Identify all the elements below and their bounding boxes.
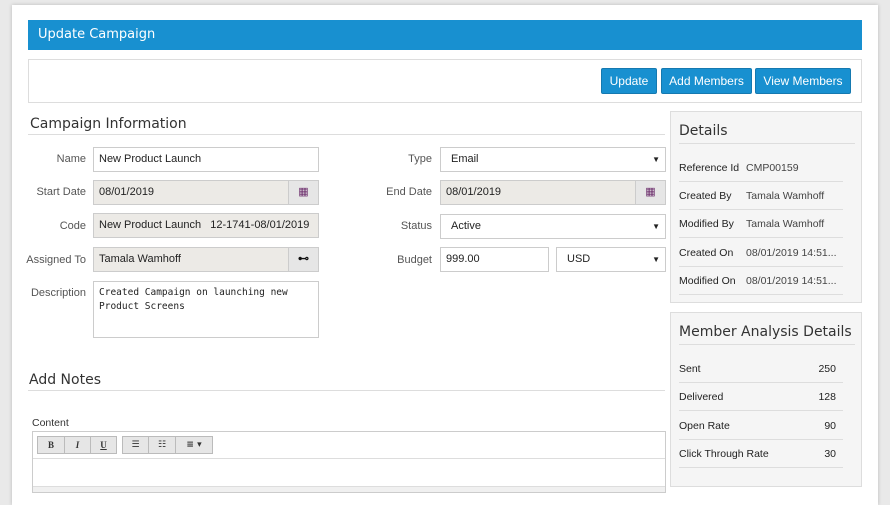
analysis-row: Sent 250	[679, 355, 843, 383]
detail-row: Modified On 08/01/2019 14:51...	[679, 267, 843, 295]
detail-label: Created By	[679, 190, 732, 202]
detail-label: Reference Id	[679, 162, 740, 174]
analysis-value: 90	[824, 420, 836, 432]
add-notes-heading: Add Notes	[29, 372, 101, 388]
assigned-to-label: Assigned To	[26, 254, 86, 266]
type-select[interactable]: Email ▼	[440, 147, 666, 172]
description-label: Description	[30, 287, 86, 299]
detail-label: Modified On	[679, 275, 736, 287]
analysis-label: Click Through Rate	[679, 448, 769, 460]
type-label: Type	[408, 153, 432, 165]
content-label: Content	[32, 417, 69, 429]
assigned-to-input[interactable]: Tamala Wamhoff ⊷	[93, 247, 319, 272]
add-members-button[interactable]: Add Members	[661, 68, 752, 94]
detail-value: 08/01/2019 14:51...	[746, 247, 837, 259]
detail-row: Created On 08/01/2019 14:51...	[679, 239, 843, 267]
code-input: New Product Launch 12-1741-08/01/2019	[93, 213, 319, 238]
status-value: Active	[451, 220, 481, 232]
analysis-label: Sent	[679, 363, 701, 375]
calendar-icon[interactable]: ▦	[635, 181, 665, 204]
status-label: Status	[400, 220, 432, 232]
view-members-button[interactable]: View Members	[755, 68, 851, 94]
update-button[interactable]: Update	[601, 68, 657, 94]
analysis-value: 30	[824, 448, 836, 460]
analysis-value: 250	[818, 363, 836, 375]
end-date-label: End Date	[386, 186, 432, 198]
code-label: Code	[59, 220, 86, 232]
align-dropdown-icon[interactable]: ≡ ▾	[175, 436, 213, 454]
name-label: Name	[56, 153, 86, 165]
binoculars-icon[interactable]: ⊷	[288, 248, 318, 271]
analysis-label: Delivered	[679, 391, 724, 403]
analysis-row: Open Rate 90	[679, 412, 843, 440]
detail-row: Created By Tamala Wamhoff	[679, 182, 843, 210]
detail-row: Modified By Tamala Wamhoff	[679, 210, 843, 238]
analysis-row: Delivered 128	[679, 383, 843, 411]
detail-value: CMP00159	[746, 162, 799, 174]
analysis-value: 128	[818, 391, 836, 403]
underline-button[interactable]: U	[90, 436, 117, 454]
divider	[679, 143, 855, 144]
page-title: Update Campaign	[28, 20, 862, 50]
detail-row: Reference Id CMP00159	[679, 154, 843, 182]
italic-button[interactable]: I	[64, 436, 91, 454]
details-panel: Details Reference Id CMP00159 Created By T…	[670, 111, 862, 303]
details-title: Details	[679, 123, 728, 139]
member-analysis-title: Member Analysis Details	[679, 324, 852, 340]
resize-handle[interactable]	[33, 486, 665, 492]
budget-input[interactable]: 999.00	[440, 247, 549, 272]
bullet-list-icon[interactable]: ☰	[122, 436, 149, 454]
caret-down-icon: ▼	[652, 155, 660, 164]
calendar-icon[interactable]: ▦	[288, 181, 318, 204]
analysis-label: Open Rate	[679, 420, 730, 432]
divider	[33, 458, 665, 459]
description-textarea[interactable]: Created Campaign on launching new Produc…	[93, 281, 319, 338]
caret-down-icon: ▼	[652, 255, 660, 264]
detail-value: Tamala Wamhoff	[746, 218, 825, 230]
start-date-label: Start Date	[36, 186, 86, 198]
detail-label: Modified By	[679, 218, 734, 230]
member-analysis-panel: Member Analysis Details Sent 250 Delivere…	[670, 312, 862, 487]
divider	[28, 390, 665, 391]
currency-select[interactable]: USD ▼	[556, 247, 666, 272]
status-select[interactable]: Active ▼	[440, 214, 666, 239]
end-date-input[interactable]: 08/01/2019 ▦	[440, 180, 666, 205]
detail-value: 08/01/2019 14:51...	[746, 275, 837, 287]
campaign-info-heading: Campaign Information	[30, 116, 187, 132]
budget-label: Budget	[397, 254, 432, 266]
end-date-value: 08/01/2019	[446, 186, 502, 198]
analysis-row: Click Through Rate 30	[679, 440, 843, 468]
divider	[28, 134, 665, 135]
divider	[679, 344, 855, 345]
type-value: Email	[451, 153, 479, 165]
caret-down-icon: ▼	[652, 222, 660, 231]
start-date-value: 08/01/2019	[99, 186, 155, 198]
numbered-list-icon[interactable]: ☷	[148, 436, 176, 454]
bold-button[interactable]: B	[37, 436, 65, 454]
currency-value: USD	[567, 253, 591, 265]
detail-value: Tamala Wamhoff	[746, 190, 825, 202]
start-date-input[interactable]: 08/01/2019 ▦	[93, 180, 319, 205]
detail-label: Created On	[679, 247, 734, 259]
assigned-to-value: Tamala Wamhoff	[99, 253, 181, 265]
name-input[interactable]: New Product Launch	[93, 147, 319, 172]
